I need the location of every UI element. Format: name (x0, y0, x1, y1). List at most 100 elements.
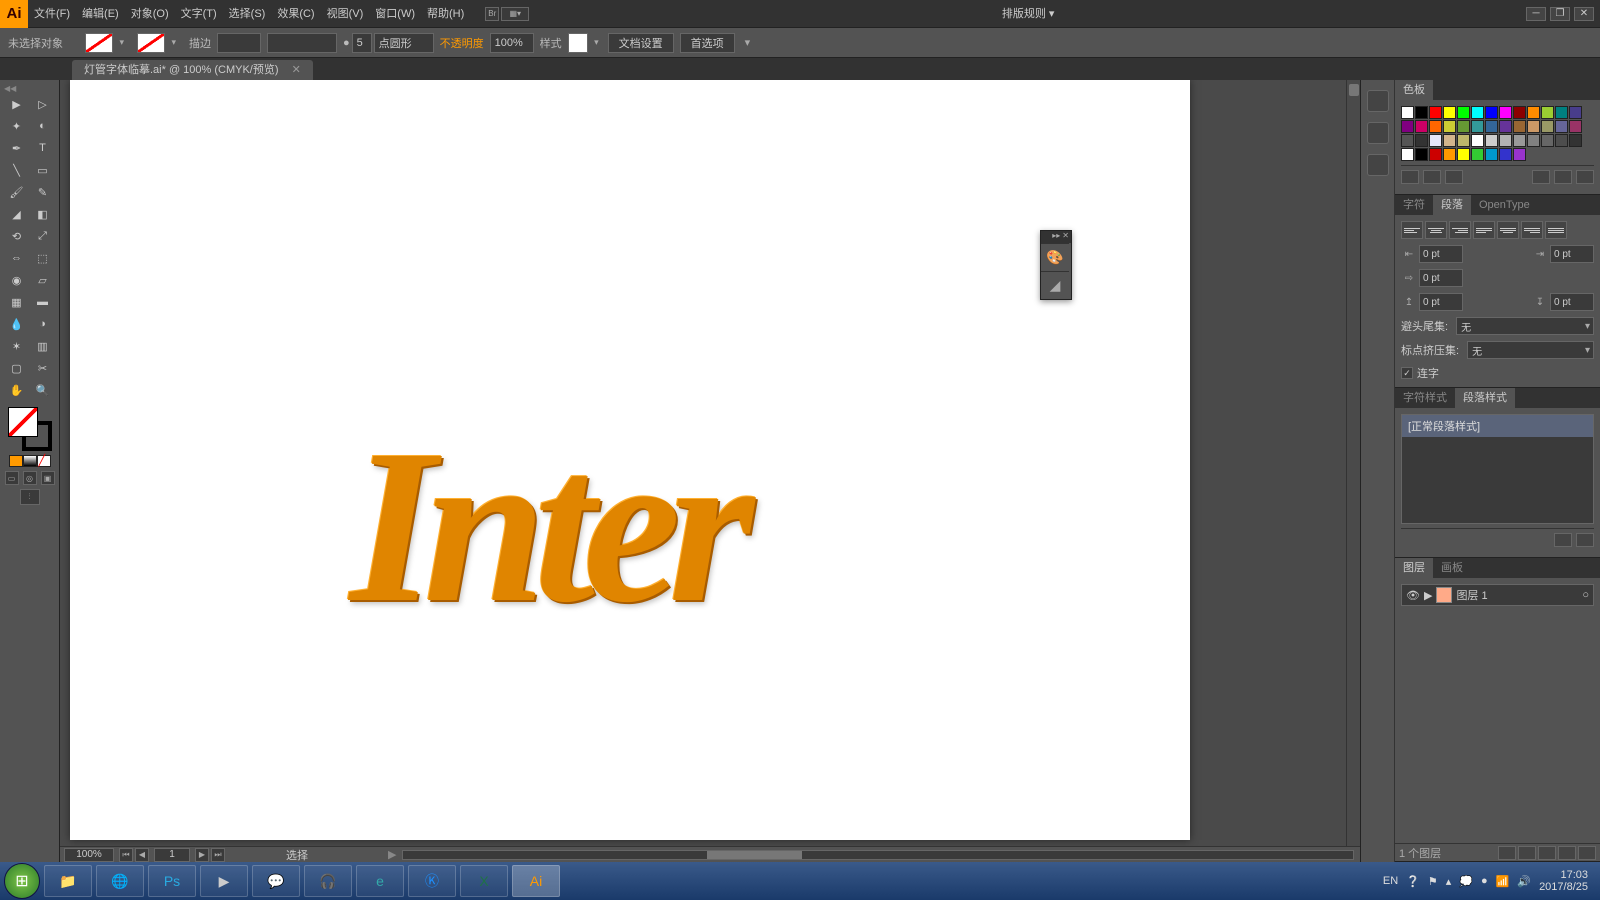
swatch[interactable] (1513, 148, 1526, 161)
tray-globe-icon[interactable]: ● (1481, 875, 1488, 887)
menu-window[interactable]: 窗口(W) (369, 0, 421, 28)
graphic-style-swatch[interactable] (568, 33, 588, 53)
layers-tab[interactable]: 图层 (1395, 558, 1433, 578)
magic-wand-tool[interactable]: ✦ (4, 115, 30, 137)
page-input[interactable] (154, 848, 190, 862)
new-swatch-icon[interactable] (1554, 170, 1572, 184)
next-page-button[interactable]: ▶ (195, 848, 209, 862)
menu-effect[interactable]: 效果(C) (271, 0, 320, 28)
swatch[interactable] (1471, 134, 1484, 147)
swatch[interactable] (1429, 120, 1442, 133)
swatch[interactable] (1499, 148, 1512, 161)
change-screen-button[interactable]: ⫶ (20, 489, 40, 505)
task-ie[interactable]: e (356, 865, 404, 897)
indent-right-input[interactable] (1550, 245, 1594, 263)
taskbar-clock[interactable]: 17:03 2017/8/25 (1539, 869, 1588, 893)
menu-help[interactable]: 帮助(H) (421, 0, 470, 28)
new-group-icon[interactable] (1532, 170, 1550, 184)
h-scroll-thumb[interactable] (707, 851, 802, 859)
swatch[interactable] (1457, 148, 1470, 161)
horizontal-scrollbar[interactable] (402, 850, 1354, 860)
tray-flag-icon[interactable]: ⚑ (1428, 875, 1438, 888)
selection-tool[interactable]: ▶ (4, 93, 30, 115)
swatch[interactable] (1569, 120, 1582, 133)
swatch[interactable] (1443, 106, 1456, 119)
mesh-tool[interactable]: ▦ (4, 291, 30, 313)
swatch[interactable] (1415, 120, 1428, 133)
swatch[interactable] (1401, 106, 1414, 119)
swatch[interactable] (1429, 106, 1442, 119)
document-setup-button[interactable]: 文档设置 (608, 33, 674, 53)
swatch[interactable] (1513, 134, 1526, 147)
none-mode-button[interactable]: ╱ (37, 455, 51, 467)
brush-def-input[interactable] (267, 33, 337, 53)
bridge-button[interactable]: Br (485, 7, 499, 21)
arrange-docs-button[interactable]: ▦▾ (501, 7, 529, 21)
swatch[interactable] (1555, 106, 1568, 119)
paintbrush-tool[interactable]: 🖌 (4, 181, 30, 203)
menu-view[interactable]: 视图(V) (321, 0, 370, 28)
style-item-normal[interactable]: [正常段落样式] (1402, 415, 1593, 437)
slice-tool[interactable]: ✂ (30, 357, 56, 379)
eraser-tool[interactable]: ◧ (30, 203, 56, 225)
swatch[interactable] (1527, 120, 1540, 133)
indent-left-input[interactable] (1419, 245, 1463, 263)
stroke-weight-input[interactable] (217, 33, 261, 53)
screen-mode-normal[interactable]: ▭ (5, 471, 19, 485)
status-arrow-icon[interactable]: ▶ (388, 848, 396, 861)
free-transform-tool[interactable]: ⬚ (30, 247, 56, 269)
align-right-button[interactable] (1449, 221, 1471, 239)
floating-panel[interactable]: ▸▸ ✕ 🎨 ◢ (1040, 230, 1072, 300)
swatch[interactable] (1457, 120, 1470, 133)
hyphen-select[interactable]: 无 (1456, 317, 1594, 335)
canvas-area[interactable]: Inter ▸▸ ✕ 🎨 ◢ (60, 80, 1360, 862)
scale-tool[interactable]: ⤢ (30, 225, 56, 247)
prev-page-button[interactable]: ◀ (135, 848, 149, 862)
vertical-scrollbar[interactable] (1346, 80, 1360, 846)
layer-row[interactable]: 👁 ▶ 图层 1 ○ (1401, 584, 1594, 606)
task-player[interactable]: ▶ (200, 865, 248, 897)
make-clip-icon[interactable] (1518, 846, 1536, 860)
task-excel[interactable]: X (460, 865, 508, 897)
zoom-input[interactable] (64, 848, 114, 862)
lasso-tool[interactable]: ◐ (30, 115, 56, 137)
document-tab[interactable]: 灯管字体临摹.ai* @ 100% (CMYK/预览) ✕ (72, 60, 313, 80)
swatch[interactable] (1485, 106, 1498, 119)
task-illustrator[interactable]: Ai (512, 865, 560, 897)
swatch[interactable] (1555, 134, 1568, 147)
appearance-panel-icon[interactable] (1367, 154, 1389, 176)
swatch[interactable] (1485, 148, 1498, 161)
first-page-button[interactable]: ⏮ (119, 848, 133, 862)
locate-layer-icon[interactable] (1498, 846, 1516, 860)
gradient-mode-button[interactable] (23, 455, 37, 467)
graph-tool[interactable]: ▥ (30, 335, 56, 357)
hand-tool[interactable]: ✋ (4, 379, 30, 401)
perspective-tool[interactable]: ▱ (30, 269, 56, 291)
floating-shape-icon[interactable]: ◢ (1041, 271, 1069, 299)
maximize-button[interactable]: ❐ (1550, 7, 1570, 21)
close-tab-icon[interactable]: ✕ (292, 64, 301, 76)
width-tool[interactable]: ⇔ (4, 247, 30, 269)
menu-file[interactable]: 文件(F) (28, 0, 76, 28)
rectangle-tool[interactable]: ▭ (30, 159, 56, 181)
swatch[interactable] (1443, 120, 1456, 133)
color-mode-button[interactable] (9, 455, 23, 467)
justify-left-button[interactable] (1473, 221, 1495, 239)
swatch[interactable] (1471, 120, 1484, 133)
swatch[interactable] (1541, 134, 1554, 147)
align-left-button[interactable] (1401, 221, 1423, 239)
screen-mode-full[interactable]: ◎ (23, 471, 37, 485)
zoom-tool[interactable]: 🔍 (30, 379, 56, 401)
swatch[interactable] (1415, 134, 1428, 147)
swatch[interactable] (1429, 134, 1442, 147)
swatch[interactable] (1527, 106, 1540, 119)
swatch[interactable] (1443, 148, 1456, 161)
type-tool[interactable]: T (30, 137, 56, 159)
rotate-tool[interactable]: ⟲ (4, 225, 30, 247)
screen-mode-pres[interactable]: ▣ (41, 471, 55, 485)
tray-help-icon[interactable]: ❔ (1406, 875, 1420, 888)
blob-brush-tool[interactable]: ◢ (4, 203, 30, 225)
swatch[interactable] (1513, 120, 1526, 133)
swatch[interactable] (1499, 106, 1512, 119)
swatch-kind-icon[interactable] (1423, 170, 1441, 184)
